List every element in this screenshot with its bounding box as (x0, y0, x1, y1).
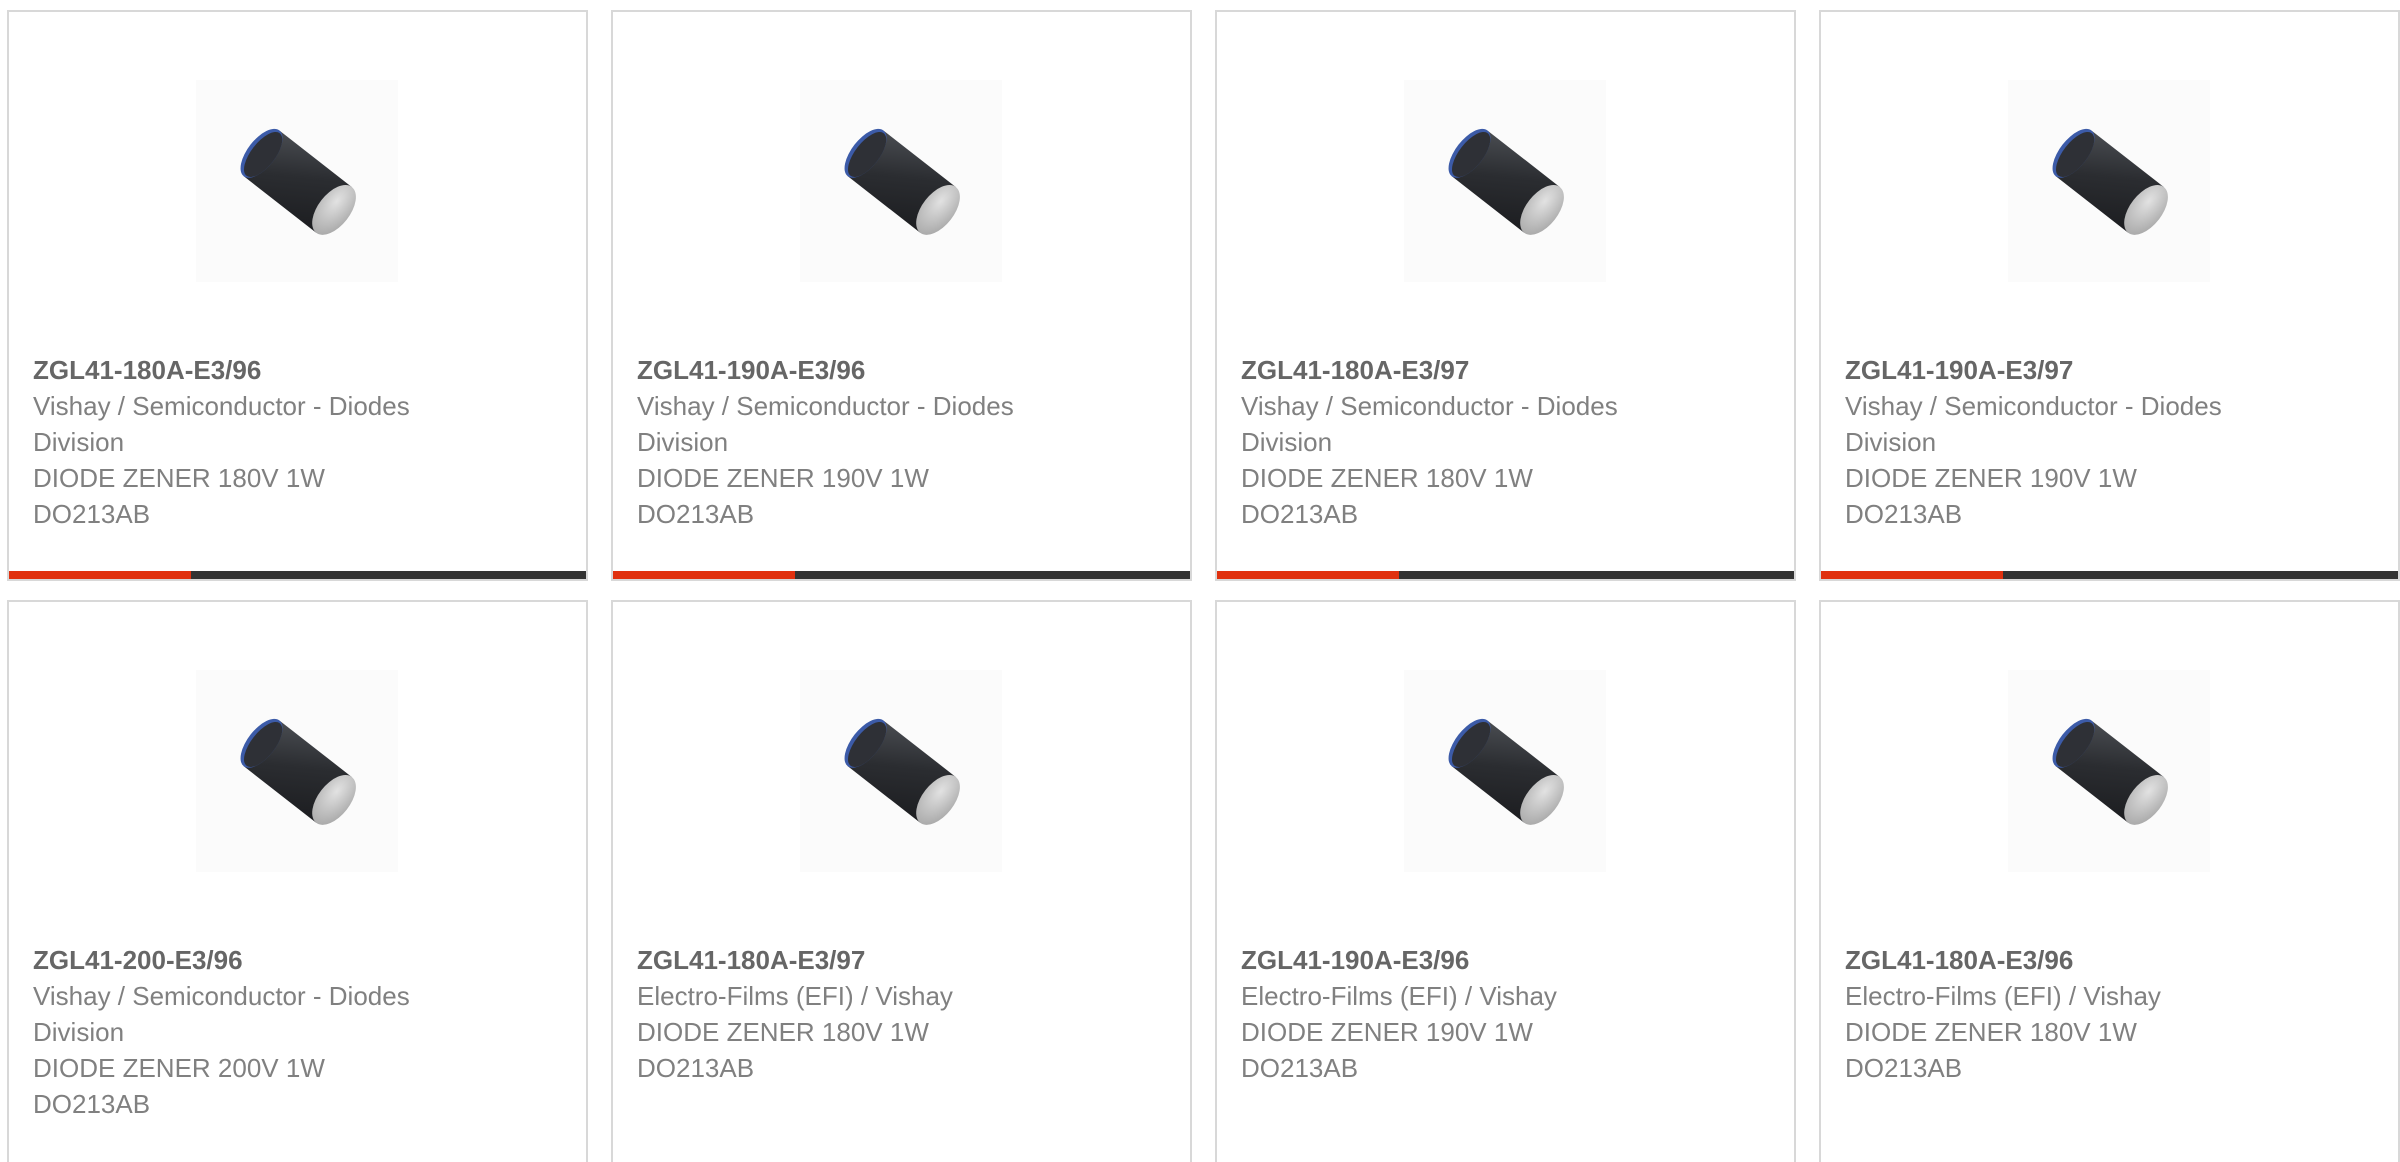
product-description: DIODE ZENER 200V 1W (33, 1053, 325, 1083)
product-description: DIODE ZENER 180V 1W (33, 463, 325, 493)
manufacturer-name: Vishay / Semiconductor - Diodes Division (33, 981, 410, 1047)
card-footer-accent (1821, 571, 2003, 579)
product-description: DIODE ZENER 190V 1W (637, 463, 929, 493)
product-info: ZGL41-180A-E3/96 Vishay / Semiconductor … (33, 352, 533, 532)
part-number-link[interactable]: ZGL41-180A-E3/97 (1241, 352, 1741, 388)
package-type: DO213AB (1241, 1053, 1359, 1083)
card-footer-accent (613, 571, 795, 579)
part-number-link[interactable]: ZGL41-180A-E3/97 (637, 942, 1137, 978)
product-card[interactable]: ZGL41-180A-E3/96 Vishay / Semiconductor … (7, 10, 588, 581)
diode-do213ab-icon[interactable] (800, 80, 1002, 282)
product-card[interactable]: ZGL41-190A-E3/96 Vishay / Semiconductor … (611, 10, 1192, 581)
diode-do213ab-icon[interactable] (1404, 80, 1606, 282)
package-type: DO213AB (1241, 499, 1359, 529)
product-description: DIODE ZENER 180V 1W (637, 1017, 929, 1047)
card-footer-accent (9, 571, 191, 579)
manufacturer-name: Vishay / Semiconductor - Diodes Division (1241, 391, 1618, 457)
package-type: DO213AB (1845, 499, 1963, 529)
product-description: DIODE ZENER 180V 1W (1241, 463, 1533, 493)
part-number-link[interactable]: ZGL41-180A-E3/96 (33, 352, 533, 388)
card-footer-bar (1217, 571, 1794, 579)
product-info: ZGL41-190A-E3/96 Electro-Films (EFI) / V… (1241, 942, 1741, 1086)
diode-do213ab-icon[interactable] (2008, 670, 2210, 872)
manufacturer-name: Electro-Films (EFI) / Vishay (637, 981, 953, 1011)
product-description: DIODE ZENER 190V 1W (1241, 1017, 1533, 1047)
card-footer-bar (1821, 571, 2398, 579)
product-card[interactable]: ZGL41-190A-E3/96 Electro-Films (EFI) / V… (1215, 600, 1796, 1162)
package-type: DO213AB (637, 499, 755, 529)
product-card[interactable]: ZGL41-180A-E3/97 Electro-Films (EFI) / V… (611, 600, 1192, 1162)
part-number-link[interactable]: ZGL41-190A-E3/97 (1845, 352, 2345, 388)
package-type: DO213AB (1845, 1053, 1963, 1083)
card-footer-bar (613, 571, 1190, 579)
manufacturer-name: Vishay / Semiconductor - Diodes Division (637, 391, 1014, 457)
product-card[interactable]: ZGL41-200-E3/96 Vishay / Semiconductor -… (7, 600, 588, 1162)
product-info: ZGL41-180A-E3/96 Electro-Films (EFI) / V… (1845, 942, 2345, 1086)
card-footer-bar (9, 571, 586, 579)
diode-do213ab-icon[interactable] (800, 670, 1002, 872)
diode-do213ab-icon[interactable] (1404, 670, 1606, 872)
product-card[interactable]: ZGL41-180A-E3/97 Vishay / Semiconductor … (1215, 10, 1796, 581)
part-number-link[interactable]: ZGL41-190A-E3/96 (637, 352, 1137, 388)
package-type: DO213AB (33, 1089, 151, 1119)
product-card[interactable]: ZGL41-190A-E3/97 Vishay / Semiconductor … (1819, 10, 2400, 581)
package-type: DO213AB (33, 499, 151, 529)
product-description: DIODE ZENER 190V 1W (1845, 463, 2137, 493)
product-info: ZGL41-190A-E3/97 Vishay / Semiconductor … (1845, 352, 2345, 532)
product-description: DIODE ZENER 180V 1W (1845, 1017, 2137, 1047)
manufacturer-name: Electro-Films (EFI) / Vishay (1241, 981, 1557, 1011)
manufacturer-name: Vishay / Semiconductor - Diodes Division (33, 391, 410, 457)
diode-do213ab-icon[interactable] (196, 670, 398, 872)
package-type: DO213AB (637, 1053, 755, 1083)
diode-do213ab-icon[interactable] (196, 80, 398, 282)
product-info: ZGL41-200-E3/96 Vishay / Semiconductor -… (33, 942, 533, 1122)
product-card[interactable]: ZGL41-180A-E3/96 Electro-Films (EFI) / V… (1819, 600, 2400, 1162)
part-number-link[interactable]: ZGL41-190A-E3/96 (1241, 942, 1741, 978)
product-info: ZGL41-180A-E3/97 Electro-Films (EFI) / V… (637, 942, 1137, 1086)
diode-do213ab-icon[interactable] (2008, 80, 2210, 282)
part-number-link[interactable]: ZGL41-180A-E3/96 (1845, 942, 2345, 978)
product-info: ZGL41-180A-E3/97 Vishay / Semiconductor … (1241, 352, 1741, 532)
product-info: ZGL41-190A-E3/96 Vishay / Semiconductor … (637, 352, 1137, 532)
manufacturer-name: Electro-Films (EFI) / Vishay (1845, 981, 2161, 1011)
product-grid: ZGL41-180A-E3/96 Vishay / Semiconductor … (0, 0, 2400, 1162)
manufacturer-name: Vishay / Semiconductor - Diodes Division (1845, 391, 2222, 457)
card-footer-accent (1217, 571, 1399, 579)
part-number-link[interactable]: ZGL41-200-E3/96 (33, 942, 533, 978)
